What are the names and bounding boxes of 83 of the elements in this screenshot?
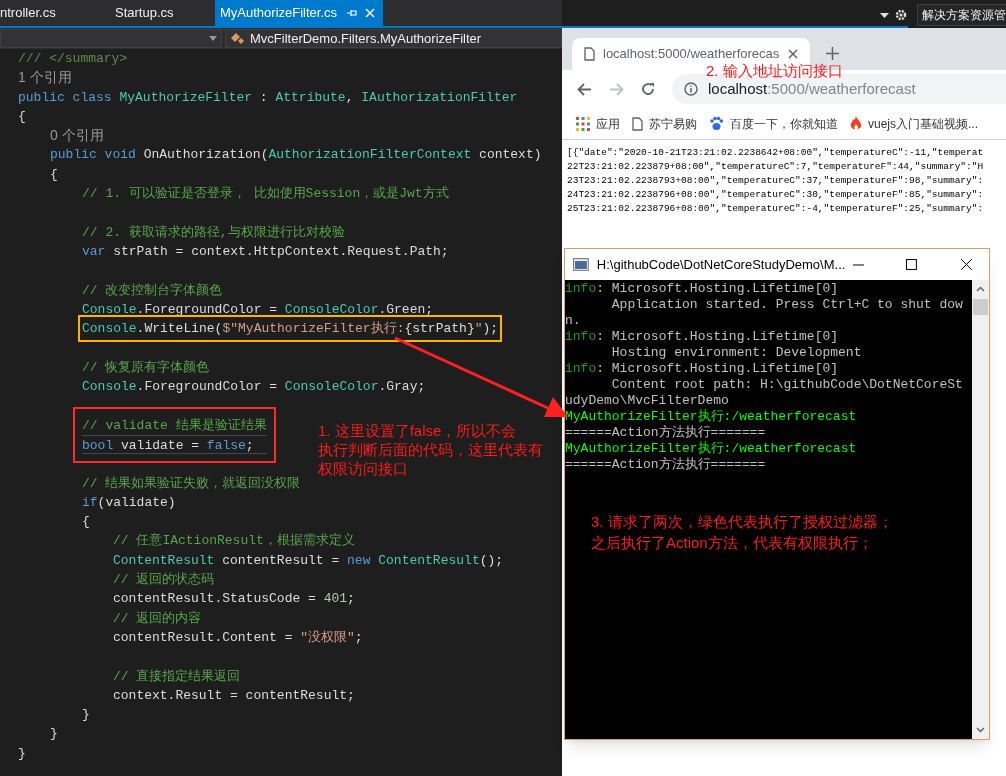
annotation-text: 1. 这里设置了false，所以不会	[318, 421, 518, 440]
page-icon	[632, 116, 643, 131]
code-line: /// </summary>	[17, 50, 129, 68]
annotation-text: 3. 请求了两次，绿色代表执行了授权过滤器；	[591, 512, 894, 532]
close-icon[interactable]	[788, 49, 798, 59]
code-line: var strPath = context.HttpContext.Request.Path;	[81, 242, 450, 261]
code-line: // 结果如果验证失败，就返回没权限	[81, 474, 302, 493]
solution-explorer-search[interactable]: 解决方案资源管	[917, 4, 1006, 26]
console-line: info: Microsoft.Hosting.Lifetime[0]	[565, 281, 840, 297]
code-line: // 1. 可以验证是否登录， 比如使用Session，或是Jwt方式	[81, 185, 450, 204]
code-line: Console.WriteLine($"MyAuthorizeFilter执行:{strPath}");	[82, 320, 499, 339]
code-line: // 2. 获取请求的路径,与权限进行比对校验	[81, 223, 346, 242]
code-line: // 任意IActionResult，根据需求定义	[112, 532, 356, 551]
console-line: udyDemo\MvcFilterDemo	[565, 393, 730, 409]
code-line: {	[17, 107, 27, 126]
console-line: ======Action方法执行=======	[565, 457, 767, 473]
annotation-text: 之后执行了Action方法，代表有权限执行；	[591, 533, 874, 553]
editor-tab[interactable]: MyAuthorizeFilter.cs	[215, 0, 383, 26]
json-line: 24T23:21:02.2238796+08:00","temperatureC":30,"temperatureF":85,"summary":	[567, 188, 985, 202]
caret-icon	[209, 36, 217, 41]
code-line: public void OnAuthorization(AuthorizationFilterContext context)	[49, 146, 543, 165]
code-line: public class MyAuthorizeFilter : Attribute, IAuthorizationFilter	[17, 88, 519, 107]
close-icon[interactable]	[961, 259, 972, 270]
window-title: H:\githubCode\DotNetCoreStudyDemo\M...	[596, 255, 846, 274]
code-line: // 返回的内容	[112, 609, 203, 628]
code-line: ContentResult contentResult = new ContentResult();	[112, 551, 505, 570]
code-line: 1 个引用	[17, 68, 73, 88]
console-line: MyAuthorizeFilter执行:/weatherforecast	[565, 441, 858, 457]
console-line: ======Action方法执行=======	[565, 425, 767, 441]
code-line: if(validate)	[81, 493, 177, 512]
maximize-icon[interactable]	[906, 259, 918, 270]
code-line: contentResult.Content = "没权限";	[112, 628, 364, 647]
info-icon	[684, 82, 698, 96]
annotation-text: 执行判断后面的代码，这里代表有	[318, 440, 543, 459]
scroll-up-icon[interactable]	[976, 286, 985, 292]
json-line: 23T23:21:02.2238793+08:00","temperatureC":37,"temperatureF":98,"summary":	[567, 174, 985, 188]
json-line: 25T23:21:02.2238796+08:00","temperatureC":-4,"temperatureF":25,"summary":	[567, 202, 985, 216]
back-arrow-icon[interactable]	[577, 82, 592, 96]
code-line: Console.ForegroundColor = ConsoleColor.Gray;	[81, 378, 427, 397]
code-line: // validate 结果是验证结果	[82, 416, 267, 435]
code-line: }	[81, 706, 91, 725]
code-line: // 改变控制台字体颜色	[81, 281, 224, 300]
pin-icon[interactable]	[347, 8, 357, 18]
console-line: info: Microsoft.Hosting.Lifetime[0]	[565, 329, 840, 345]
apps-grid-icon	[576, 116, 590, 131]
code-line: contentResult.StatusCode = 401;	[112, 590, 356, 609]
member-dropdown[interactable]: MvcFilterDemo.Filters.MyAuthorizeFilter	[225, 29, 562, 48]
code-line: bool validate = false;	[82, 434, 267, 455]
reload-icon[interactable]	[641, 82, 655, 96]
scrollbar[interactable]	[972, 280, 989, 739]
bookmark[interactable]: vuejs入门基础视频...	[850, 114, 978, 133]
code-line: }	[49, 725, 59, 744]
code-line: // 恢复原有字体颜色	[81, 358, 211, 377]
console-line: Application started. Press Ctrl+C to shut dow	[610, 297, 964, 313]
bookmark[interactable]: 百度一下，你就知道	[709, 114, 838, 133]
page-icon	[584, 47, 595, 61]
scroll-down-icon[interactable]	[976, 727, 985, 733]
code-line: // 直接指定结果返回	[112, 667, 242, 686]
code-line: {	[49, 165, 59, 184]
bookmark[interactable]: 苏宁易购	[632, 114, 697, 133]
console-line: Hosting environment: Development	[610, 345, 863, 361]
console-line: n.	[565, 313, 582, 329]
annotation-text: 权限访问接口	[318, 459, 409, 478]
settings-icon[interactable]	[895, 9, 907, 21]
code-line: 0 个引用	[49, 126, 105, 146]
code-line: // 返回的状态码	[112, 571, 216, 589]
code-line: }	[17, 744, 27, 763]
console-app-icon	[573, 258, 589, 271]
scroll-thumb[interactable]	[973, 299, 988, 315]
code-line: Console.ForegroundColor = ConsoleColor.Green;	[81, 300, 435, 319]
caret-icon[interactable]	[880, 12, 889, 18]
bookmark[interactable]: 应用	[576, 114, 620, 133]
code-line: context.Result = contentResult;	[112, 686, 356, 705]
code-line: {	[81, 513, 91, 532]
paw-icon	[709, 116, 724, 131]
flame-icon	[850, 116, 862, 131]
json-line: [{"date":"2020-10-21T23:21:02.2238642+08:00","temperatureC":-11,"temperat	[567, 146, 985, 160]
console-line: info: Microsoft.Hosting.Lifetime[0]	[565, 361, 840, 377]
console-line: Content root path: H:\githubCode\DotNetCoreSt	[610, 377, 964, 393]
console-line: MyAuthorizeFilter执行:/weatherforecast	[565, 409, 858, 425]
class-icon	[230, 31, 246, 46]
plus-icon[interactable]	[826, 47, 839, 60]
json-line: 22T23:21:02.223879+08:00","temperatureC":7,"temperatureF":44,"summary":"H	[567, 160, 985, 174]
